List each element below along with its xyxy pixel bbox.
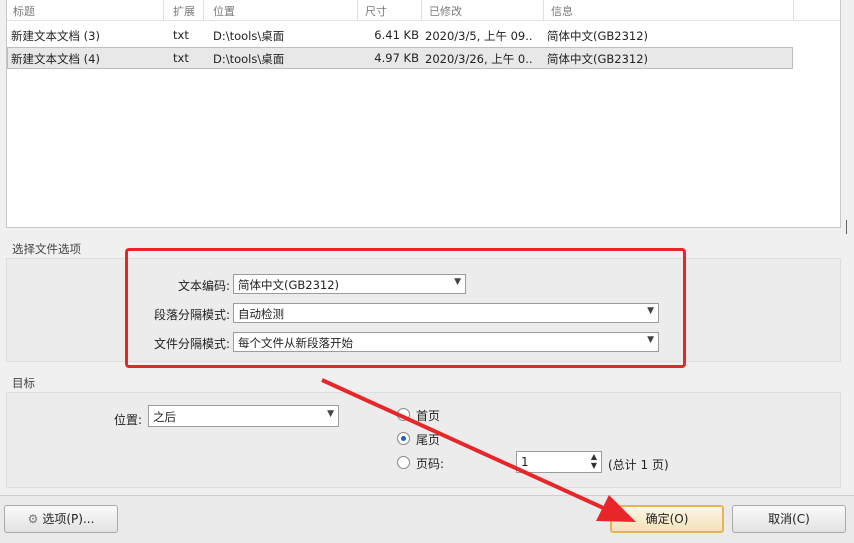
options-button-label: 选项(P)... (42, 512, 95, 526)
column-separator[interactable] (357, 0, 358, 20)
column-separator[interactable] (793, 0, 794, 20)
file-list[interactable]: 标题 扩展 位置 尺寸 已修改 信息 新建文本文档 (3) txt D:\too… (6, 0, 841, 228)
page-number-spinner[interactable]: 1 ▲ ▼ (516, 451, 602, 473)
total-pages-text: (总计 1 页) (608, 458, 669, 472)
cancel-button-label: 取消(C) (768, 512, 810, 526)
radio-page-number-label: 页码: (416, 457, 445, 471)
row-info: 简体中文(GB2312) (547, 52, 649, 66)
annotation-highlight-box (125, 248, 686, 368)
row-location: D:\tools\桌面 (213, 29, 285, 43)
radio-first-page-label: 首页 (416, 409, 441, 423)
column-header-info[interactable]: 信息 (551, 3, 573, 19)
row-ext: txt (173, 51, 189, 65)
radio-last-page-label: 尾页 (416, 433, 441, 447)
file-options-group-title: 选择文件选项 (12, 242, 81, 256)
radio-last-page[interactable] (397, 432, 410, 445)
row-info: 简体中文(GB2312) (547, 29, 649, 43)
column-header-size[interactable]: 尺寸 (365, 3, 387, 19)
column-header-title[interactable]: 标题 (13, 3, 35, 19)
column-separator[interactable] (543, 0, 544, 20)
gear-icon: ⚙ (27, 512, 39, 526)
row-location: D:\tools\桌面 (213, 52, 285, 66)
row-modified: 2020/3/26, 上午 0.. (425, 52, 533, 66)
ok-button[interactable]: 确定(O) (610, 505, 724, 533)
row-modified: 2020/3/5, 上午 09.. (425, 29, 533, 43)
options-button[interactable]: ⚙ 选项(P)... (4, 505, 118, 533)
radio-page-number[interactable] (397, 456, 410, 469)
row-title: 新建文本文档 (4) (11, 52, 100, 66)
radio-first-page[interactable] (397, 408, 410, 421)
row-title: 新建文本文档 (3) (11, 29, 100, 43)
position-select[interactable]: 之后 ▼ (148, 405, 339, 427)
spinner-arrows-icon[interactable]: ▲ ▼ (591, 452, 597, 470)
row-ext: txt (173, 28, 189, 42)
column-separator[interactable] (203, 0, 204, 20)
dialog-button-bar (0, 495, 854, 543)
table-row-selected[interactable]: 新建文本文档 (4) txt D:\tools\桌面 4.97 KB 2020/… (7, 47, 793, 69)
column-separator[interactable] (163, 0, 164, 20)
column-header-location[interactable]: 位置 (213, 3, 235, 19)
position-value: 之后 (153, 410, 176, 424)
target-group-title: 目标 (12, 376, 35, 390)
table-row[interactable]: 新建文本文档 (3) txt D:\tools\桌面 6.41 KB 2020/… (7, 24, 793, 46)
column-header-modified[interactable]: 已修改 (429, 3, 462, 19)
position-label: 位置: (113, 413, 142, 427)
chevron-down-icon: ▼ (327, 409, 334, 419)
column-header-ext[interactable]: 扩展 (173, 3, 195, 19)
cancel-button[interactable]: 取消(C) (732, 505, 846, 533)
page-number-value: 1 (521, 455, 529, 469)
file-list-header: 标题 扩展 位置 尺寸 已修改 信息 (7, 0, 840, 21)
ok-button-label: 确定(O) (645, 512, 689, 526)
column-separator[interactable] (421, 0, 422, 20)
splitter-handle[interactable] (846, 220, 853, 234)
row-size: 6.41 KB (374, 28, 419, 42)
row-size: 4.97 KB (374, 51, 419, 65)
